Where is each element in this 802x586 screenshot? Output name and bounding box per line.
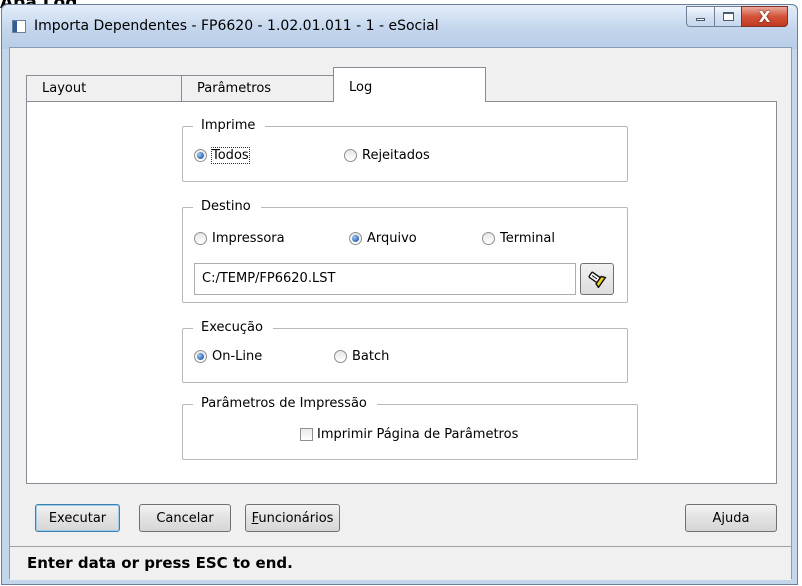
radio-batch-button[interactable] xyxy=(334,350,347,363)
radio-todos-label: Todos xyxy=(211,147,250,164)
tab-parametros[interactable]: Parâmetros xyxy=(181,75,334,101)
imprimir-parametros-checkbox[interactable]: Imprimir Página de Parâmetros xyxy=(300,427,518,442)
executar-button[interactable]: Executar xyxy=(35,504,120,532)
radio-batch[interactable]: Batch xyxy=(334,349,389,364)
tab-parametros-label: Parâmetros xyxy=(197,81,272,96)
close-button[interactable]: X xyxy=(741,6,788,27)
dialog-window: Importa Dependentes - FP6620 - 1.02.01.0… xyxy=(1,4,798,585)
radio-online[interactable]: On-Line xyxy=(194,349,262,364)
title-bar[interactable]: Importa Dependentes - FP6620 - 1.02.01.0… xyxy=(2,5,797,49)
radio-terminal-button[interactable] xyxy=(482,232,495,245)
window-title: Importa Dependentes - FP6620 - 1.02.01.0… xyxy=(34,18,439,34)
funcionarios-label-rest: uncionários xyxy=(258,510,334,526)
cancelar-label: Cancelar xyxy=(156,510,214,526)
radio-terminal-label: Terminal xyxy=(500,231,555,246)
caption-buttons: X xyxy=(686,6,788,27)
funcionarios-button[interactable]: Funcionários xyxy=(245,504,340,532)
destino-group: Destino Impressora Arquivo Terminal C:/T… xyxy=(182,199,628,303)
ajuda-button[interactable]: Ajuda xyxy=(685,504,777,532)
imprime-legend: Imprime xyxy=(193,118,266,134)
parametros-impressao-legend: Parâmetros de Impressão xyxy=(193,396,377,412)
close-icon: X xyxy=(758,7,771,26)
maximize-button[interactable] xyxy=(714,6,741,27)
destino-legend: Destino xyxy=(193,199,261,215)
minimize-button[interactable] xyxy=(686,6,714,27)
radio-arquivo-label: Arquivo xyxy=(367,231,417,246)
radio-arquivo-button[interactable] xyxy=(349,232,362,245)
imprime-group: Imprime Todos Rejeitados xyxy=(182,118,628,182)
tab-log[interactable]: Log xyxy=(333,67,486,102)
radio-todos-button[interactable] xyxy=(194,149,207,162)
execucao-group: Execução On-Line Batch xyxy=(182,320,628,383)
status-bar: Enter data or press ESC to end. xyxy=(10,548,791,580)
app-window-icon[interactable] xyxy=(12,20,26,33)
tab-layout[interactable]: Layout xyxy=(26,75,182,101)
radio-impressora[interactable]: Impressora xyxy=(194,231,285,246)
dialog-client-area: Layout Parâmetros Log Imprime Todos Reje… xyxy=(9,47,792,580)
browse-file-button[interactable] xyxy=(580,263,614,295)
radio-rejeitados-button[interactable] xyxy=(344,149,357,162)
imprimir-parametros-checkbox-box[interactable] xyxy=(300,428,313,441)
executar-label: Executar xyxy=(48,510,107,526)
tab-layout-label: Layout xyxy=(42,81,87,96)
radio-rejeitados-label: Rejeitados xyxy=(362,148,430,163)
tab-log-label: Log xyxy=(349,80,373,95)
radio-todos[interactable]: Todos xyxy=(194,147,250,164)
funcionarios-label: Funcionários xyxy=(252,511,334,526)
ajuda-label: Ajuda xyxy=(712,510,750,526)
status-text: Enter data or press ESC to end. xyxy=(27,554,293,572)
cancelar-button[interactable]: Cancelar xyxy=(139,504,231,532)
parametros-impressao-group: Parâmetros de Impressão Imprimir Página … xyxy=(182,396,638,460)
file-path-input[interactable]: C:/TEMP/FP6620.LST xyxy=(194,263,576,295)
radio-impressora-button[interactable] xyxy=(194,232,207,245)
radio-rejeitados[interactable]: Rejeitados xyxy=(344,148,430,163)
radio-terminal[interactable]: Terminal xyxy=(482,231,555,246)
log-tab-panel: Imprime Todos Rejeitados Destino Impress… xyxy=(26,101,777,484)
maximize-icon xyxy=(722,12,734,21)
radio-arquivo[interactable]: Arquivo xyxy=(349,231,417,246)
radio-online-label: On-Line xyxy=(212,349,263,364)
radio-online-button[interactable] xyxy=(194,350,207,363)
flashlight-icon xyxy=(588,271,607,288)
radio-batch-label: Batch xyxy=(352,349,390,364)
radio-impressora-label: Impressora xyxy=(212,231,285,246)
minimize-icon xyxy=(696,18,705,21)
execucao-legend: Execução xyxy=(193,320,273,336)
imprimir-parametros-label: Imprimir Página de Parâmetros xyxy=(317,427,519,442)
